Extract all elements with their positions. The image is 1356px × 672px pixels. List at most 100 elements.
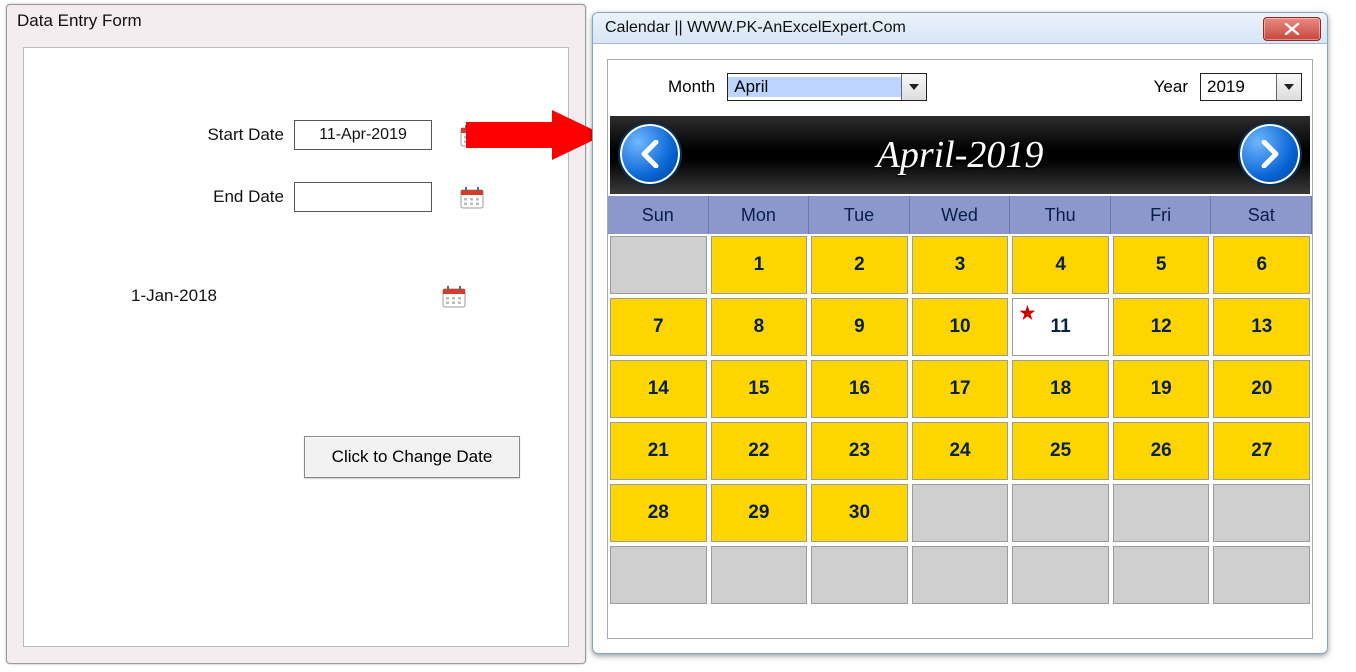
calendar-day-cell[interactable]: 25 <box>1012 422 1109 480</box>
day-number: 19 <box>1151 378 1172 400</box>
year-select[interactable]: 2019 <box>1200 73 1302 101</box>
calendar-title-text: Calendar || WWW.PK-AnExcelExpert.Com <box>605 19 906 36</box>
calendar-day-cell[interactable]: 7 <box>610 298 707 356</box>
day-number: 2 <box>854 254 865 276</box>
calendar-day-cell[interactable]: 13 <box>1213 298 1310 356</box>
day-number: 16 <box>849 378 870 400</box>
calendar-day-cell[interactable]: 24 <box>912 422 1009 480</box>
day-number: 9 <box>854 316 865 338</box>
default-date-row: 1-Jan-2018 <box>24 284 568 308</box>
form-title: Data Entry Form <box>7 5 585 37</box>
close-icon <box>1284 23 1300 35</box>
calendar-body: Month April Year 2019 April-2019 Sun Mon <box>607 59 1313 639</box>
calendar-icon[interactable] <box>460 185 484 209</box>
calendar-day-cell <box>1012 546 1109 604</box>
calendar-day-cell[interactable]: 17 <box>912 360 1009 418</box>
calendar-day-cell <box>711 546 808 604</box>
calendar-day-cell[interactable]: 12 <box>1113 298 1210 356</box>
chevron-left-icon <box>639 140 661 168</box>
dow-thu: Thu <box>1010 196 1111 234</box>
day-number: 22 <box>748 440 769 462</box>
calendar-day-cell[interactable]: 3 <box>912 236 1009 294</box>
calendar-day-cell[interactable]: 14 <box>610 360 707 418</box>
change-date-button[interactable]: Click to Change Date <box>304 436 520 478</box>
dow-fri: Fri <box>1111 196 1212 234</box>
day-number: 29 <box>748 502 769 524</box>
start-date-input[interactable] <box>294 120 432 150</box>
calendar-day-cell[interactable]: 1 <box>711 236 808 294</box>
end-date-label: End Date <box>24 187 294 207</box>
end-date-input[interactable] <box>294 182 432 212</box>
day-number: 7 <box>653 316 664 338</box>
calendar-day-cell <box>912 484 1009 542</box>
calendar-icon[interactable] <box>442 284 466 308</box>
day-number: 17 <box>949 378 970 400</box>
month-value: April <box>728 77 901 97</box>
calendar-day-cell[interactable]: 30 <box>811 484 908 542</box>
day-number: 25 <box>1050 440 1071 462</box>
calendar-day-cell[interactable]: 21 <box>610 422 707 480</box>
calendar-day-cell[interactable]: 4 <box>1012 236 1109 294</box>
calendar-grid: 12345678910★1112131415161718192021222324… <box>608 234 1312 606</box>
year-value: 2019 <box>1201 77 1276 97</box>
month-select[interactable]: April <box>727 73 927 101</box>
day-number: 15 <box>748 378 769 400</box>
calendar-day-cell[interactable]: 2 <box>811 236 908 294</box>
close-button[interactable] <box>1263 17 1321 41</box>
calendar-day-cell[interactable]: 5 <box>1113 236 1210 294</box>
day-number: 6 <box>1256 254 1267 276</box>
banner-title: April-2019 <box>877 133 1044 177</box>
calendar-day-cell[interactable]: 8 <box>711 298 808 356</box>
calendar-day-cell <box>1213 484 1310 542</box>
day-number: 21 <box>648 440 669 462</box>
calendar-day-cell <box>610 236 707 294</box>
calendar-day-cell[interactable]: 27 <box>1213 422 1310 480</box>
calendar-day-cell <box>912 546 1009 604</box>
day-number: 23 <box>849 440 870 462</box>
dow-mon: Mon <box>709 196 810 234</box>
calendar-day-cell[interactable]: 22 <box>711 422 808 480</box>
data-entry-form-window: Data Entry Form Start Date End Date 1-Ja… <box>6 4 586 664</box>
day-number: 24 <box>949 440 970 462</box>
calendar-day-cell <box>1113 546 1210 604</box>
day-number: 4 <box>1055 254 1066 276</box>
day-number: 18 <box>1050 378 1071 400</box>
calendar-day-cell[interactable]: ★ 11 <box>1012 298 1109 356</box>
day-number: 28 <box>648 502 669 524</box>
prev-month-button[interactable] <box>618 122 682 186</box>
calendar-day-cell[interactable]: 16 <box>811 360 908 418</box>
calendar-window: Calendar || WWW.PK-AnExcelExpert.Com Mon… <box>592 12 1328 654</box>
calendar-day-cell[interactable]: 29 <box>711 484 808 542</box>
calendar-day-cell[interactable]: 20 <box>1213 360 1310 418</box>
calendar-day-cell[interactable]: 10 <box>912 298 1009 356</box>
calendar-day-cell <box>610 546 707 604</box>
chevron-right-icon <box>1259 140 1281 168</box>
next-month-button[interactable] <box>1238 122 1302 186</box>
month-banner: April-2019 <box>608 114 1312 196</box>
year-label: Year <box>1154 77 1188 97</box>
today-star-icon: ★ <box>1019 303 1035 324</box>
day-number: 5 <box>1156 254 1167 276</box>
calendar-day-cell[interactable]: 26 <box>1113 422 1210 480</box>
day-number: 11 <box>1051 316 1071 338</box>
calendar-day-cell <box>1012 484 1109 542</box>
calendar-day-cell[interactable]: 6 <box>1213 236 1310 294</box>
calendar-day-cell[interactable]: 9 <box>811 298 908 356</box>
dow-tue: Tue <box>809 196 910 234</box>
calendar-day-cell[interactable]: 28 <box>610 484 707 542</box>
day-number: 14 <box>648 378 669 400</box>
calendar-day-cell[interactable]: 15 <box>711 360 808 418</box>
calendar-day-cell[interactable]: 19 <box>1113 360 1210 418</box>
dow-wed: Wed <box>910 196 1011 234</box>
filter-row: Month April Year 2019 <box>608 60 1312 114</box>
chevron-down-icon <box>901 74 926 100</box>
calendar-day-cell[interactable]: 18 <box>1012 360 1109 418</box>
calendar-day-cell[interactable]: 23 <box>811 422 908 480</box>
day-number: 3 <box>955 254 966 276</box>
month-label: Month <box>668 77 715 97</box>
default-date-label: 1-Jan-2018 <box>24 286 334 306</box>
chevron-down-icon <box>1276 74 1301 100</box>
day-number: 1 <box>754 254 765 276</box>
day-number: 20 <box>1251 378 1272 400</box>
calendar-day-cell <box>811 546 908 604</box>
